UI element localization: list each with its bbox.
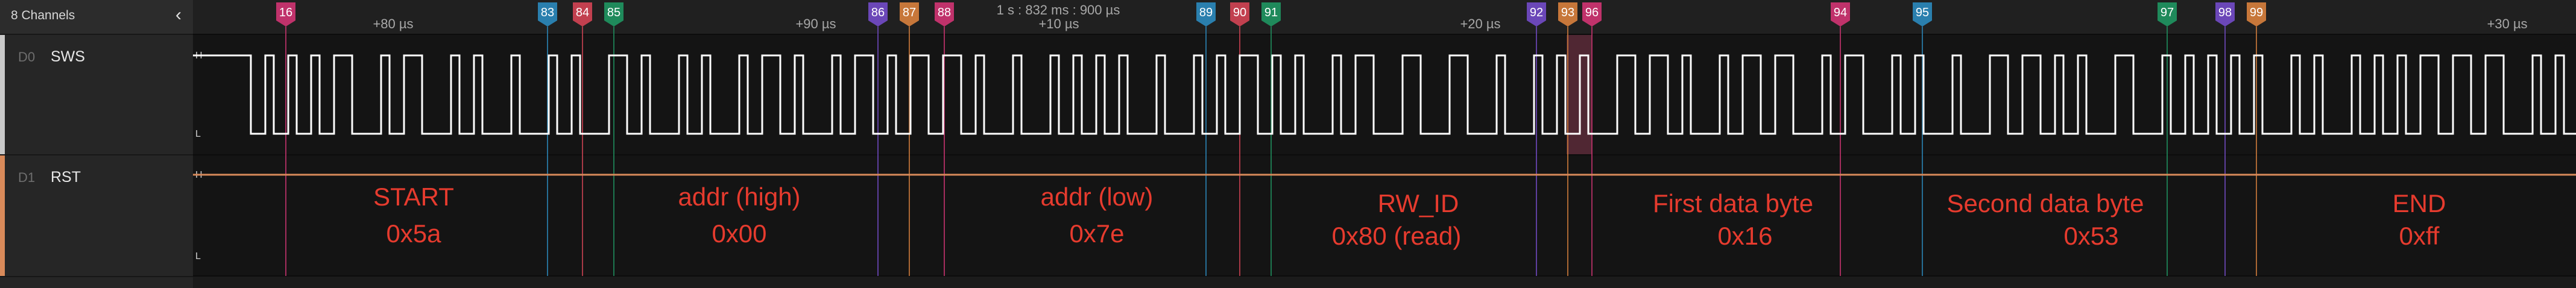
annotation-title: RW_ID <box>1378 189 1459 218</box>
marker-label: 83 <box>541 6 554 19</box>
sidebar-header: 8 Channels ‹ <box>0 0 193 35</box>
rst-low-label: L <box>195 251 201 261</box>
sws-low-label: L <box>195 129 201 139</box>
marker-label: 16 <box>279 6 292 19</box>
marker-label: 89 <box>1199 6 1213 19</box>
time-label: +10 µs <box>1038 16 1079 31</box>
channel-count-title: 8 Channels <box>11 8 75 22</box>
channel-row-d0[interactable]: D0 SWS <box>0 35 193 155</box>
marker-label: 87 <box>903 6 916 19</box>
annotation-value: 0x5a <box>386 219 441 248</box>
marker-label: 97 <box>2161 6 2174 19</box>
time-label: +90 µs <box>795 16 836 31</box>
annotation-title: START <box>373 183 454 211</box>
annotation-value: 0x16 <box>1717 222 1772 250</box>
marker-label: 94 <box>1834 6 1847 19</box>
marker-label: 91 <box>1264 6 1278 19</box>
annotation-title: First data byte <box>1653 189 1813 218</box>
marker-label: 84 <box>576 6 589 19</box>
channel-color-stripe <box>0 155 5 276</box>
marker-label: 99 <box>2250 6 2263 19</box>
marker-label: 98 <box>2218 6 2232 19</box>
marker-label: 90 <box>1233 6 1246 19</box>
channel-name[interactable]: SWS <box>51 48 85 66</box>
annotation-title: addr (high) <box>678 183 800 211</box>
channel-row-d1[interactable]: D1 RST <box>0 155 193 277</box>
channel-color-stripe <box>0 35 5 154</box>
logic-analyzer-window: 8 Channels ‹ D0 SWS D1 RST +80 µs +90 µs… <box>0 0 2576 288</box>
marker-label: 86 <box>871 6 885 19</box>
channel-name[interactable]: RST <box>51 169 81 186</box>
marker-label: 88 <box>938 6 951 19</box>
marker-label: 95 <box>1916 6 1929 19</box>
annotation-title: Second data byte <box>1947 189 2144 218</box>
marker-label: 96 <box>1585 6 1599 19</box>
chevron-left-icon[interactable]: ‹ <box>169 6 188 25</box>
annotation-value: 0x7e <box>1069 219 1124 248</box>
center-time-readout: 1 s : 832 ms : 900 µs <box>997 2 1120 17</box>
channel-id: D0 <box>18 49 36 64</box>
annotation-value: 0x00 <box>712 219 766 248</box>
sws-track-background <box>193 35 2576 154</box>
annotation-title: addr (low) <box>1041 183 1154 211</box>
channel-id: D1 <box>18 170 36 185</box>
annotation-value: 0x80 (read) <box>1332 222 1462 250</box>
waveform-area[interactable]: +80 µs +90 µs 1 s : 832 ms : 900 µs +10 … <box>193 0 2576 288</box>
time-label: +80 µs <box>373 16 413 31</box>
annotation-value: 0x53 <box>2063 222 2118 250</box>
marker-label: 85 <box>607 6 620 19</box>
annotation-value: 0xff <box>2399 222 2440 250</box>
annotation-title: END <box>2393 189 2446 218</box>
marker-label: 92 <box>1530 6 1543 19</box>
time-label: +30 µs <box>2487 16 2527 31</box>
time-label: +20 µs <box>1460 16 1500 31</box>
marker-label: 93 <box>1561 6 1574 19</box>
channel-sidebar: 8 Channels ‹ D0 SWS D1 RST <box>0 0 193 288</box>
